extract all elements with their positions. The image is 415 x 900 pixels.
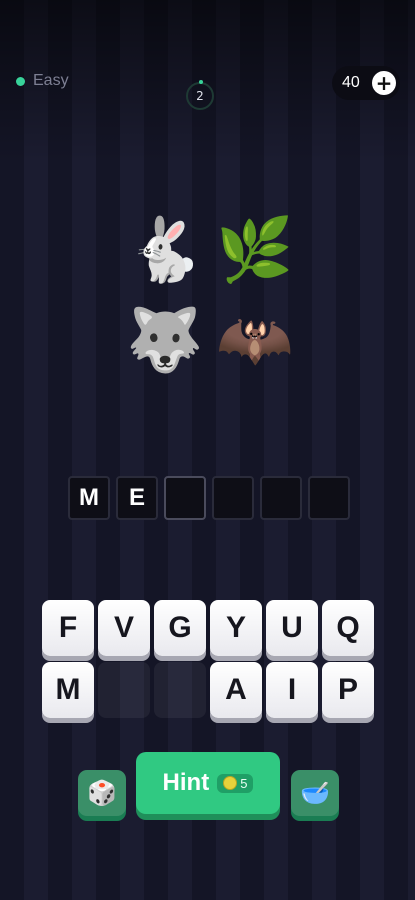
top-bar: Easy 2 40 + [0,0,415,120]
hint-cost: 5 [240,775,248,791]
level-badge: 2 [186,80,214,110]
letter-key[interactable]: F [42,600,94,656]
bowl-button[interactable]: 🥣 [291,770,339,816]
wolf-icon: 🐺 [126,303,204,376]
letter-key[interactable]: A [210,662,262,718]
difficulty-label: Easy [33,72,69,89]
answer-slot[interactable]: M [68,476,110,520]
hint-label: Hint [162,769,210,796]
answer-slot[interactable] [308,476,350,520]
bowl-icon: 🥣 [300,779,330,807]
coin-count: 40 [342,74,360,91]
answer-slot[interactable] [260,476,302,520]
rabbit-icon: 🐇 [126,213,204,286]
dice-icon: 🎲 [87,779,117,807]
emoji-clues: 🐇 🌿 🐺 🦇 [120,205,300,385]
hint-cost-badge: 5 [217,773,254,793]
answer-slots: M E [68,476,350,520]
letter-key[interactable]: P [322,662,374,718]
difficulty-indicator: Easy [16,72,69,90]
bat-icon: 🦇 [216,303,294,376]
used-key-placeholder [98,662,150,718]
letter-key[interactable]: V [98,600,150,656]
coin-counter[interactable]: 40 + [332,66,400,100]
letter-key[interactable]: I [266,662,318,718]
hint-button[interactable]: Hint 5 [136,752,280,814]
letter-key[interactable]: G [154,600,206,656]
add-coins-button[interactable]: + [372,71,396,95]
answer-slot-active[interactable] [164,476,206,520]
answer-slot[interactable]: E [116,476,158,520]
action-bar: 🎲 Hint 5 🥣 [0,752,415,822]
letter-key[interactable]: Y [210,600,262,656]
used-key-placeholder [154,662,206,718]
letter-keyboard: F V G Y U Q M A I P [42,600,374,718]
coin-icon [223,776,238,790]
letter-key[interactable]: Q [322,600,374,656]
letter-key[interactable]: M [42,662,94,718]
shuffle-button[interactable]: 🎲 [78,770,126,816]
answer-slot[interactable] [212,476,254,520]
letter-key[interactable]: U [266,600,318,656]
status-dot-icon [16,76,25,86]
herb-icon: 🌿 [216,213,294,286]
